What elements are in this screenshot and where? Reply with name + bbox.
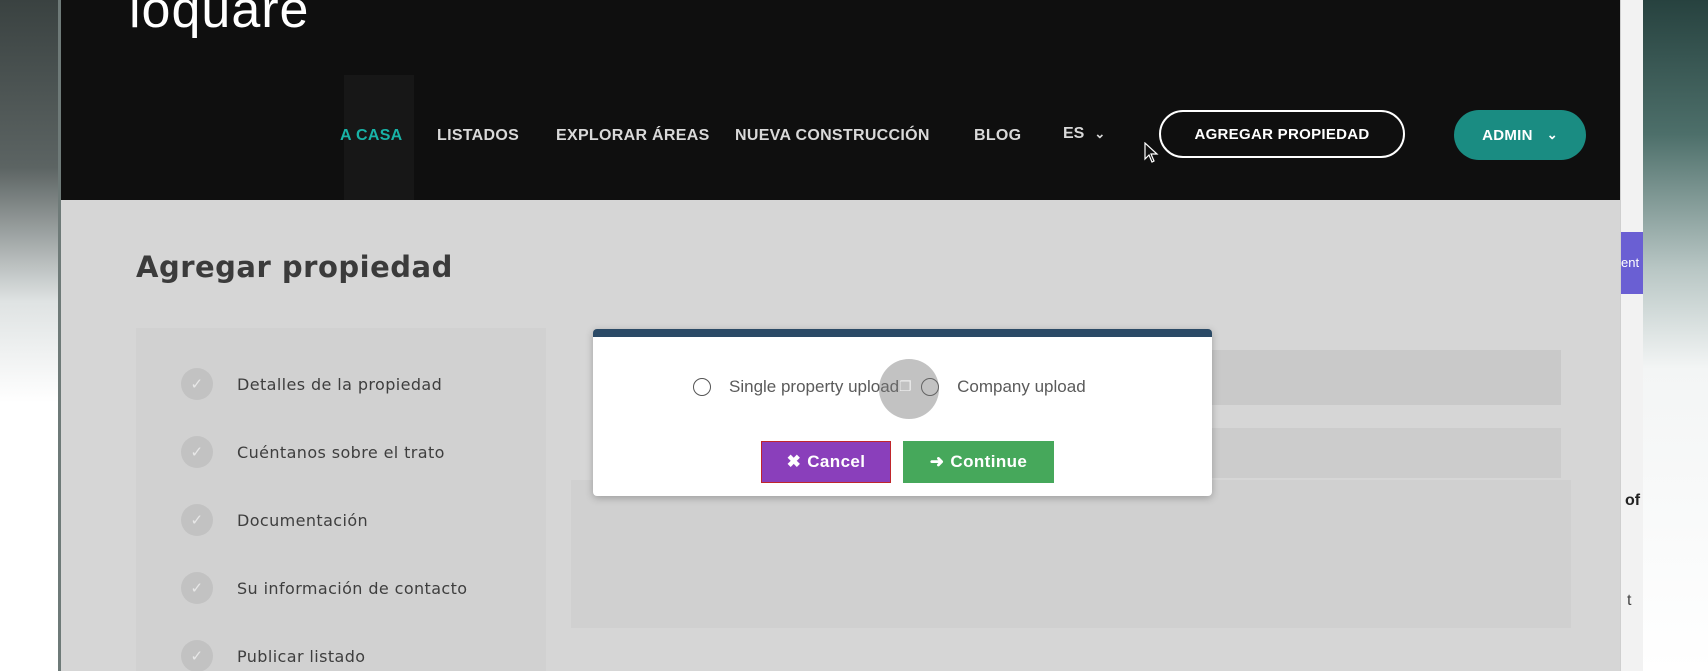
arrow-right-icon: ➜ [929,452,945,471]
step-label: Cuéntanos sobre el trato [237,442,445,462]
admin-label: ADMIN [1482,126,1533,144]
single-property-label[interactable]: Single property upload [729,377,899,397]
steps-sidebar: ✓ Detalles de la propiedad ✓ Cuéntanos s… [136,328,546,671]
background-window[interactable]: ent of t [1620,0,1643,671]
check-icon: ✓ [181,504,213,536]
check-icon: ✓ [181,368,213,400]
background-window-label: t [1627,592,1632,609]
desktop-background-right [1640,0,1708,671]
continue-label: Continue [950,452,1028,471]
company-upload-label[interactable]: Company upload [957,377,1086,397]
nav-item-listados[interactable]: LISTADOS [437,127,519,145]
language-selector[interactable]: ES ⌄ [1063,125,1105,143]
step-label: Su información de contacto [237,578,468,598]
check-icon: ✓ [181,640,213,671]
cancel-label: Cancel [807,452,866,471]
step-item[interactable]: ✓ Cuéntanos sobre el trato [181,436,445,468]
background-window-button[interactable]: ent [1621,232,1643,294]
nav-item-a-casa[interactable]: A CASA [340,127,403,145]
continue-button[interactable]: ➜ Continue [903,441,1054,483]
site-logo[interactable]: loquare [129,0,309,40]
close-icon: ✖ [786,452,802,471]
browser-viewport: loquare A CASA LISTADOS EXPLORAR ÁREAS N… [61,0,1620,671]
admin-menu-button[interactable]: ADMIN ⌄ [1454,110,1586,160]
nav-item-nueva-construccion[interactable]: NUEVA CONSTRUCCIÓN [735,127,930,145]
step-item[interactable]: ✓ Su información de contacto [181,572,468,604]
background-window-label: of [1625,492,1641,509]
step-item[interactable]: ✓ Documentación [181,504,368,536]
step-item[interactable]: ✓ Detalles de la propiedad [181,368,442,400]
language-label: ES [1063,125,1085,142]
touch-indicator: ❐ [879,359,939,419]
upload-type-modal: Single property upload Company upload ❐ … [593,329,1212,496]
form-panel [571,480,1571,628]
nav-item-blog[interactable]: BLOG [974,127,1021,145]
form-field-placeholder [1161,350,1561,405]
check-icon: ✓ [181,436,213,468]
site-header: loquare A CASA LISTADOS EXPLORAR ÁREAS N… [61,0,1620,200]
desktop-background-left [0,0,58,671]
step-label: Publicar listado [237,646,366,666]
single-property-radio[interactable] [693,378,711,396]
check-icon: ✓ [181,572,213,604]
step-label: Documentación [237,510,369,530]
chevron-down-icon: ⌄ [1546,127,1558,142]
nav-item-explorar-areas[interactable]: EXPLORAR ÁREAS [556,127,710,145]
step-item[interactable]: ✓ Publicar listado [181,640,365,671]
page-title: Agregar propiedad [136,250,453,284]
add-property-button[interactable]: AGREGAR PROPIEDAD [1159,110,1405,158]
background-window-text: ent [1621,255,1640,270]
copy-icon: ❐ [899,379,912,395]
cancel-button[interactable]: ✖ Cancel [761,441,891,483]
chevron-down-icon: ⌄ [1094,126,1106,141]
step-label: Detalles de la propiedad [237,374,443,394]
